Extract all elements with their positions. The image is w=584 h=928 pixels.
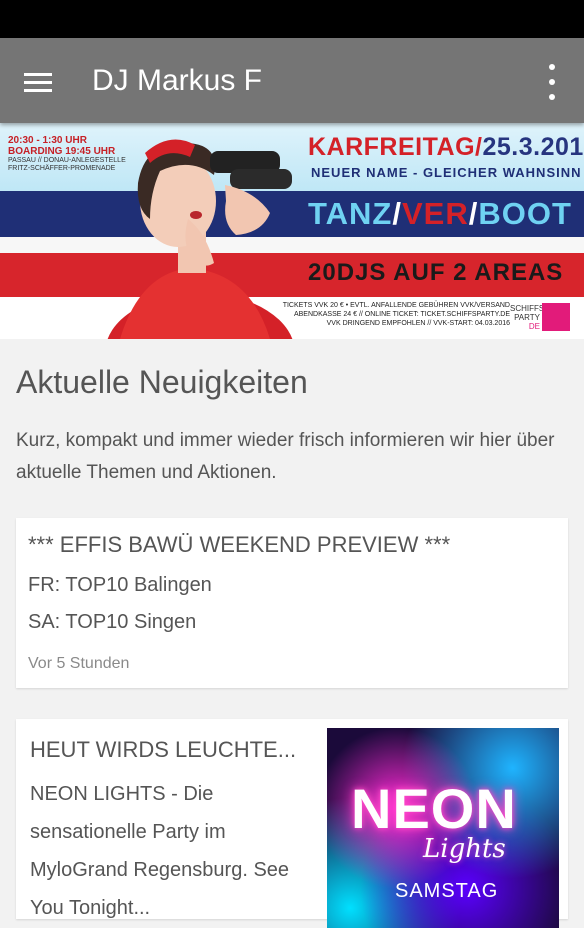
banner-info: 20:30 - 1:30 UHR BOARDING 19:45 UHR PASS… — [8, 135, 126, 172]
news-line: SA: TOP10 Singen — [28, 611, 197, 633]
news-card[interactable]: HEUT WIRDS LEUCHTE... NEON LIGHTS - Die … — [16, 719, 568, 928]
app-title: DJ Markus F — [92, 64, 263, 97]
neon-lights-image[interactable]: NEON Lights SAMSTAG — [327, 728, 559, 928]
banner-djs: 20DJS AUF 2 AREAS — [308, 259, 564, 286]
schiffsparty-logo: SCHIFFS PARTY DE — [510, 299, 574, 335]
news-timestamp: Vor 5 Stunden — [28, 655, 130, 672]
banner-tickets: TICKETS VVK 20 € • EVTL. ANFALLENDE GEBÜ… — [282, 302, 510, 327]
neon-word: NEON — [351, 777, 517, 840]
more-vertical-icon[interactable] — [542, 64, 562, 100]
news-card[interactable]: *** EFFIS BAWÜ WEEKEND PREVIEW *** FR: T… — [16, 518, 568, 688]
news-title: HEUT WIRDS LEUCHTE... — [30, 737, 297, 762]
event-banner[interactable]: 20:30 - 1:30 UHR BOARDING 19:45 UHR PASS… — [0, 123, 584, 339]
app-bar: DJ Markus F — [0, 38, 584, 123]
banner-date: KARFREITAG/25.3.2016 — [308, 133, 584, 161]
hamburger-menu-icon[interactable] — [16, 60, 60, 104]
news-line: FR: TOP10 Balingen — [28, 574, 212, 596]
status-bar — [0, 0, 584, 38]
intro-text: Kurz, kompakt und immer wieder frisch in… — [16, 430, 555, 483]
neon-lights-script: Lights — [423, 834, 506, 864]
page-heading: Aktuelle Neuigkeiten — [16, 364, 308, 400]
banner-subtitle: NEUER NAME - GLEICHER WAHNSINN — [311, 165, 582, 180]
banner-event-name: TANZ/VER/BOOT — [308, 196, 572, 231]
news-body: NEON LIGHTS - Die sensationelle Party im… — [30, 783, 290, 919]
news-title: *** EFFIS BAWÜ WEEKEND PREVIEW *** — [28, 532, 451, 557]
